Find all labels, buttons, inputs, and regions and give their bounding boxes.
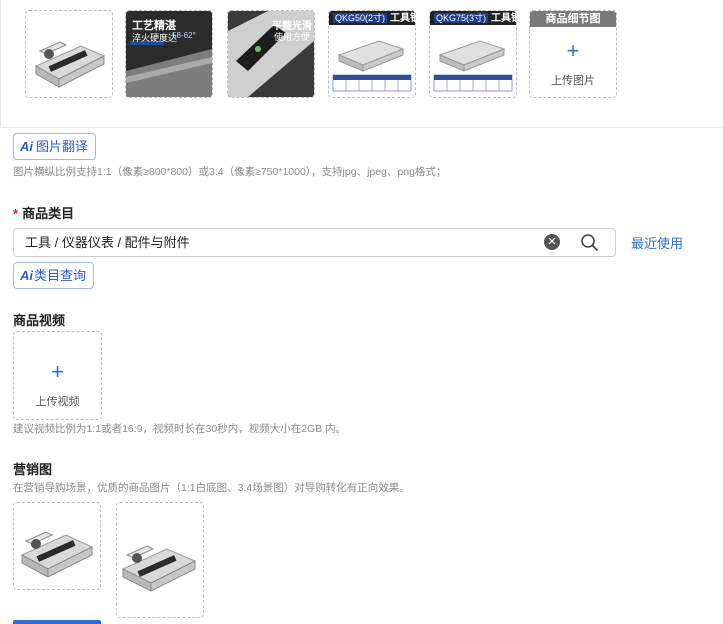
category-label-text: 商品类目 <box>22 206 75 221</box>
required-mark: * <box>13 206 19 221</box>
recent-use-link[interactable]: 最近使用 <box>631 233 683 252</box>
image-3-subtitle: 使用方便 <box>274 32 311 42</box>
marketing-hint: 在营销导购场景，优质的商品图片（1:1白底图、3:4场景图）对导购转化有正向效果… <box>13 482 410 494</box>
main-image-3[interactable]: 平整光滑 使用方便 <box>227 10 315 98</box>
image-5-model: QKG75(3寸) <box>434 13 489 23</box>
category-search-button[interactable] <box>566 228 616 257</box>
vise-product-image <box>26 11 112 97</box>
image-5-tag: 工具钢 <box>491 13 516 24</box>
image-2-badge: 58-62° <box>172 31 196 40</box>
search-icon <box>581 234 598 251</box>
category-query-button[interactable]: Ai类目查询 <box>13 262 95 289</box>
category-label: * 商品类目 <box>13 203 74 222</box>
marketing-image-1[interactable] <box>13 502 101 590</box>
image-4-model: QKG50(2寸) <box>333 13 388 23</box>
marketing-image-2[interactable] <box>116 502 204 618</box>
image-2-subtitle: 淬火硬度达 <box>132 33 178 43</box>
marketing-label: 营销图 <box>13 462 53 477</box>
image-4-header: QKG50(2寸)工具钢 <box>329 11 415 25</box>
main-image-5[interactable]: QKG75(3寸)工具钢 <box>429 10 517 98</box>
main-image-4[interactable]: QKG50(2寸)工具钢 <box>328 10 416 98</box>
image-4-tag: 工具钢 <box>390 13 415 24</box>
upload-video-label: 上传视频 <box>35 396 80 408</box>
upload-image-label: 上传图片 <box>551 75 595 87</box>
ai-icon: Ai <box>20 139 33 154</box>
spec-table-image <box>433 40 513 92</box>
main-image-1[interactable] <box>25 10 113 98</box>
video-upload[interactable]: + 上传视频 <box>13 331 102 420</box>
plus-icon: + <box>566 38 580 63</box>
detail-image-upload[interactable]: 商品细节图 + 上传图片 <box>529 10 617 98</box>
category-input[interactable]: 工具 / 仪器仪表 / 配件与附件 <box>13 228 567 257</box>
main-image-2[interactable]: 工艺精湛 淬火硬度达 58-62° <box>125 10 213 98</box>
spec-table-image <box>332 40 412 92</box>
bottom-partial-element <box>13 620 101 624</box>
image-format-hint: 图片横纵比例支持1:1（像素≥800*800）或3:4（像素≥750*1000）… <box>13 166 447 178</box>
plus-icon: + <box>51 359 64 384</box>
image-translate-label: 图片翻译 <box>36 139 89 154</box>
main-image-panel: 工艺精湛 淬火硬度达 58-62° 平整光滑 使用方便 QKG50(2寸)工具钢 <box>0 0 723 128</box>
vise-product-image <box>20 531 94 578</box>
video-label: 商品视频 <box>13 313 66 328</box>
vise-product-image <box>121 545 197 592</box>
category-query-label: 类目查询 <box>34 268 87 283</box>
ai-icon: Ai <box>20 268 33 283</box>
image-translate-button[interactable]: Ai 图片翻译 <box>13 133 97 160</box>
detail-image-header: 商品细节图 <box>530 11 616 27</box>
image-5-header: QKG75(3寸)工具钢 <box>430 11 516 25</box>
video-hint: 建议视频比例为1:1或者16:9，视频时长在30秒内，视频大小在2GB 内。 <box>13 423 347 435</box>
close-circle-icon[interactable]: ✕ <box>544 234 560 250</box>
